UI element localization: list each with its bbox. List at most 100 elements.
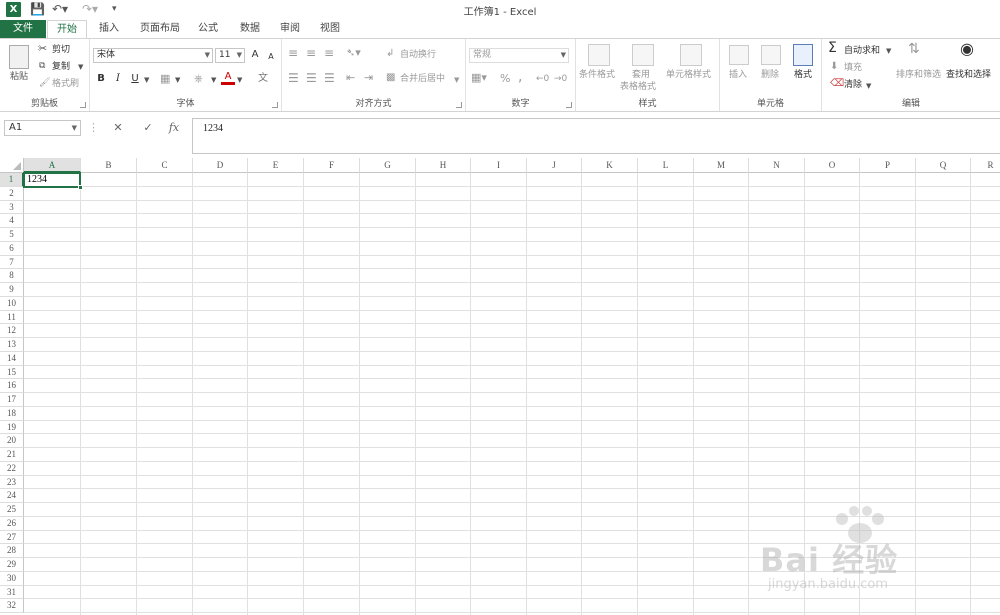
borders-icon[interactable]: ▦ xyxy=(160,73,170,85)
insert-function-button[interactable]: fx xyxy=(164,120,184,136)
chevron-down-icon[interactable]: ▼ xyxy=(454,74,459,86)
row-header-29[interactable]: 29 xyxy=(0,558,24,572)
find-select-button[interactable]: 查找和选择 xyxy=(946,69,991,81)
chevron-down-icon[interactable]: ▼ xyxy=(175,74,180,86)
delete-cells-button[interactable]: 删除 xyxy=(761,69,779,81)
phonetic-button[interactable]: 文 xyxy=(256,72,270,86)
column-header-o[interactable]: O xyxy=(805,158,860,173)
row-header-32[interactable]: 32 xyxy=(0,599,24,613)
grow-font-button[interactable]: A xyxy=(248,48,262,62)
row-header-2[interactable]: 2 xyxy=(0,186,24,201)
alignment-launcher-icon[interactable] xyxy=(456,102,462,108)
column-header-k[interactable]: K xyxy=(582,158,638,173)
number-launcher-icon[interactable] xyxy=(566,102,572,108)
clipboard-launcher-icon[interactable] xyxy=(80,102,86,108)
sort-filter-button[interactable]: 排序和筛选 xyxy=(896,69,941,81)
column-header-e[interactable]: E xyxy=(248,158,304,173)
format-painter-button[interactable]: 格式刷 xyxy=(52,78,79,90)
increase-decimal-icon[interactable]: ←0 xyxy=(536,73,549,85)
tab-review[interactable]: 审阅 xyxy=(274,20,306,38)
fill-handle[interactable] xyxy=(78,184,83,190)
column-header-h[interactable]: H xyxy=(416,158,471,173)
font-name-combo[interactable]: 宋体 ▼ xyxy=(93,48,213,63)
copy-button[interactable]: 复制 xyxy=(52,61,70,73)
row-header-5[interactable]: 5 xyxy=(0,228,24,242)
merge-center-button[interactable]: 合并后居中 xyxy=(400,73,445,85)
row-header-26[interactable]: 26 xyxy=(0,516,24,531)
column-header-r[interactable]: R xyxy=(971,158,1000,173)
align-bottom-icon[interactable]: ≡ xyxy=(324,47,334,59)
row-header-11[interactable]: 11 xyxy=(0,310,24,325)
italic-button[interactable]: I xyxy=(111,72,125,86)
column-header-d[interactable]: D xyxy=(193,158,248,173)
clear-button[interactable]: 清除 xyxy=(844,79,862,91)
column-header-m[interactable]: M xyxy=(694,158,749,173)
comma-button[interactable]: , xyxy=(518,70,522,84)
chevron-down-icon[interactable]: ▼ xyxy=(78,61,83,73)
row-header-8[interactable]: 8 xyxy=(0,269,24,283)
row-header-17[interactable]: 17 xyxy=(0,393,24,407)
row-header-16[interactable]: 16 xyxy=(0,379,24,393)
chevron-down-icon[interactable]: ▼ xyxy=(886,45,891,57)
row-header-14[interactable]: 14 xyxy=(0,351,24,366)
row-header-27[interactable]: 27 xyxy=(0,530,24,545)
shrink-font-button[interactable]: A xyxy=(264,50,278,64)
bold-button[interactable]: B xyxy=(94,72,108,86)
fill-button[interactable]: 填充 xyxy=(844,62,862,74)
row-header-28[interactable]: 28 xyxy=(0,544,24,558)
decrease-indent-icon[interactable]: ⇤ xyxy=(346,72,355,84)
row-header-18[interactable]: 18 xyxy=(0,406,24,421)
tab-file[interactable]: 文件 xyxy=(0,20,46,38)
column-header-q[interactable]: Q xyxy=(916,158,971,173)
chevron-down-icon[interactable]: ▼ xyxy=(866,80,871,92)
column-header-j[interactable]: J xyxy=(527,158,582,173)
chevron-down-icon[interactable]: ▼ xyxy=(211,74,216,86)
tab-data[interactable]: 数据 xyxy=(234,20,266,38)
font-size-combo[interactable]: 11 ▼ xyxy=(215,48,245,63)
decrease-decimal-icon[interactable]: →0 xyxy=(554,73,567,85)
tab-formulas[interactable]: 公式 xyxy=(192,20,224,38)
chevron-down-icon[interactable]: ▼ xyxy=(237,74,242,86)
increase-indent-icon[interactable]: ⇥ xyxy=(364,72,373,84)
row-header-6[interactable]: 6 xyxy=(0,241,24,256)
format-as-table-button[interactable]: 表格格式 xyxy=(620,81,656,93)
row-header-13[interactable]: 13 xyxy=(0,338,24,352)
column-header-l[interactable]: L xyxy=(638,158,694,173)
name-box[interactable]: A1 ▼ xyxy=(4,120,81,136)
row-header-20[interactable]: 20 xyxy=(0,434,24,448)
percent-button[interactable]: % xyxy=(500,73,510,85)
column-header-a[interactable]: A xyxy=(24,158,81,173)
tab-home[interactable]: 开始 xyxy=(47,20,87,39)
tab-insert[interactable]: 插入 xyxy=(92,20,126,38)
row-header-24[interactable]: 24 xyxy=(0,489,24,503)
column-header-c[interactable]: C xyxy=(137,158,193,173)
tab-page-layout[interactable]: 页面布局 xyxy=(134,20,186,38)
row-header-22[interactable]: 22 xyxy=(0,461,24,476)
row-header-4[interactable]: 4 xyxy=(0,214,24,228)
underline-button[interactable]: U xyxy=(128,72,142,86)
align-middle-icon[interactable]: ≡ xyxy=(306,47,316,59)
row-header-23[interactable]: 23 xyxy=(0,475,24,490)
align-left-icon[interactable]: ☰ xyxy=(288,72,299,84)
column-header-p[interactable]: P xyxy=(860,158,916,173)
row-header-19[interactable]: 19 xyxy=(0,420,24,435)
row-header-30[interactable]: 30 xyxy=(0,571,24,586)
row-header-12[interactable]: 12 xyxy=(0,324,24,338)
column-header-b[interactable]: B xyxy=(81,158,137,173)
font-color-button[interactable]: A xyxy=(221,70,235,85)
currency-icon[interactable]: ▦▾ xyxy=(471,72,487,84)
column-header-i[interactable]: I xyxy=(471,158,527,173)
insert-cells-button[interactable]: 插入 xyxy=(729,69,747,81)
format-cells-button[interactable]: 格式 xyxy=(794,69,812,81)
column-header-g[interactable]: G xyxy=(360,158,416,173)
select-all-button[interactable] xyxy=(0,158,24,173)
align-center-icon[interactable]: ☰ xyxy=(306,72,317,84)
row-header-3[interactable]: 3 xyxy=(0,200,24,215)
row-header-15[interactable]: 15 xyxy=(0,365,24,380)
row-header-25[interactable]: 25 xyxy=(0,503,24,517)
row-header-9[interactable]: 9 xyxy=(0,283,24,297)
fill-color-icon[interactable]: ⎈ xyxy=(194,73,203,85)
row-header-10[interactable]: 10 xyxy=(0,296,24,311)
tab-view[interactable]: 视图 xyxy=(314,20,346,38)
active-cell-a1[interactable]: 1234 xyxy=(23,172,83,190)
